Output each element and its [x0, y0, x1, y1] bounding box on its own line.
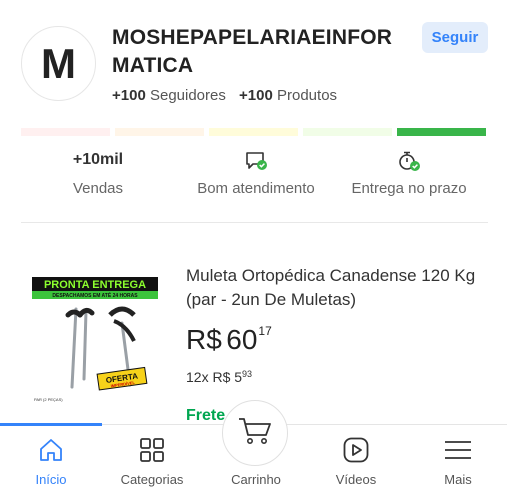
nav-item-inicio[interactable]: Início: [6, 435, 96, 487]
reputation-thermometer: [21, 128, 486, 136]
stopwatch-check-icon: [338, 150, 480, 172]
menu-icon: [413, 435, 503, 465]
metric-delivery: Entrega no prazo: [338, 150, 480, 197]
thermometer-segment-2: [115, 128, 204, 136]
installments-prefix: 12x R$ 5: [186, 369, 243, 385]
metric-service: Bom atendimento: [186, 150, 326, 197]
play-icon: [311, 435, 401, 465]
sales-label: Vendas: [72, 180, 124, 197]
followers-count: +100: [112, 87, 146, 104]
nav-label: Mais: [444, 472, 472, 487]
store-name: MOSHEPAPELARIAEINFORMATICA: [112, 26, 393, 77]
svg-text:DESPACHAMOS EM ATÉ 24 HORAS: DESPACHAMOS EM ATÉ 24 HORAS: [52, 291, 138, 299]
delivery-label: Entrega no prazo: [351, 180, 467, 197]
seller-stats: +100 Seguidores +100 Produtos: [112, 87, 337, 104]
nav-item-carrinho[interactable]: [222, 400, 288, 466]
svg-text:PRONTA ENTREGA: PRONTA ENTREGA: [44, 279, 146, 291]
thermometer-segment-5: [397, 128, 486, 136]
follow-button[interactable]: Seguir: [422, 22, 488, 53]
nav-item-mais[interactable]: Mais: [413, 435, 503, 487]
products-label: Produtos: [277, 87, 338, 104]
nav-label-carrinho: Carrinho: [231, 472, 281, 487]
service-label: Bom atendimento: [197, 180, 315, 197]
installments: 12x R$ 593: [186, 369, 252, 385]
nav-item-categorias[interactable]: Categorias: [107, 435, 197, 487]
product-title[interactable]: Muleta Ortopédica Canadense 120 Kg (par …: [186, 264, 486, 312]
price-integer: 60: [226, 324, 258, 355]
thermometer-segment-1: [21, 128, 110, 136]
section-divider: [21, 222, 488, 223]
shipping-label: Frete: [186, 407, 226, 424]
product-image[interactable]: PRONTA ENTREGA DESPACHAMOS EM ATÉ 24 HOR…: [30, 275, 162, 407]
price-cents: 17: [258, 324, 272, 338]
nav-label: Categorias: [120, 472, 184, 487]
products-count: +100: [239, 87, 273, 104]
thermometer-segment-4: [303, 128, 392, 136]
active-tab-indicator: [0, 423, 102, 426]
metric-sales: +10mil Vendas: [28, 150, 168, 197]
chat-check-icon: [186, 150, 326, 172]
grid-icon: [107, 435, 197, 465]
seller-avatar[interactable]: M: [21, 26, 96, 101]
price-currency: R$: [186, 324, 222, 355]
home-icon: [6, 435, 96, 465]
cart-icon: [237, 415, 273, 452]
thermometer-segment-3: [209, 128, 298, 136]
installments-cents: 93: [242, 369, 253, 379]
nav-label: Vídeos: [335, 472, 377, 487]
product-price: R$ 6017: [186, 324, 272, 356]
sales-value: +10mil: [72, 151, 124, 168]
svg-text:PAR (2 PEÇAS): PAR (2 PEÇAS): [34, 397, 63, 402]
nav-label: Início: [35, 472, 67, 487]
nav-item-videos[interactable]: Vídeos: [311, 435, 401, 487]
followers-label: Seguidores: [149, 87, 226, 104]
